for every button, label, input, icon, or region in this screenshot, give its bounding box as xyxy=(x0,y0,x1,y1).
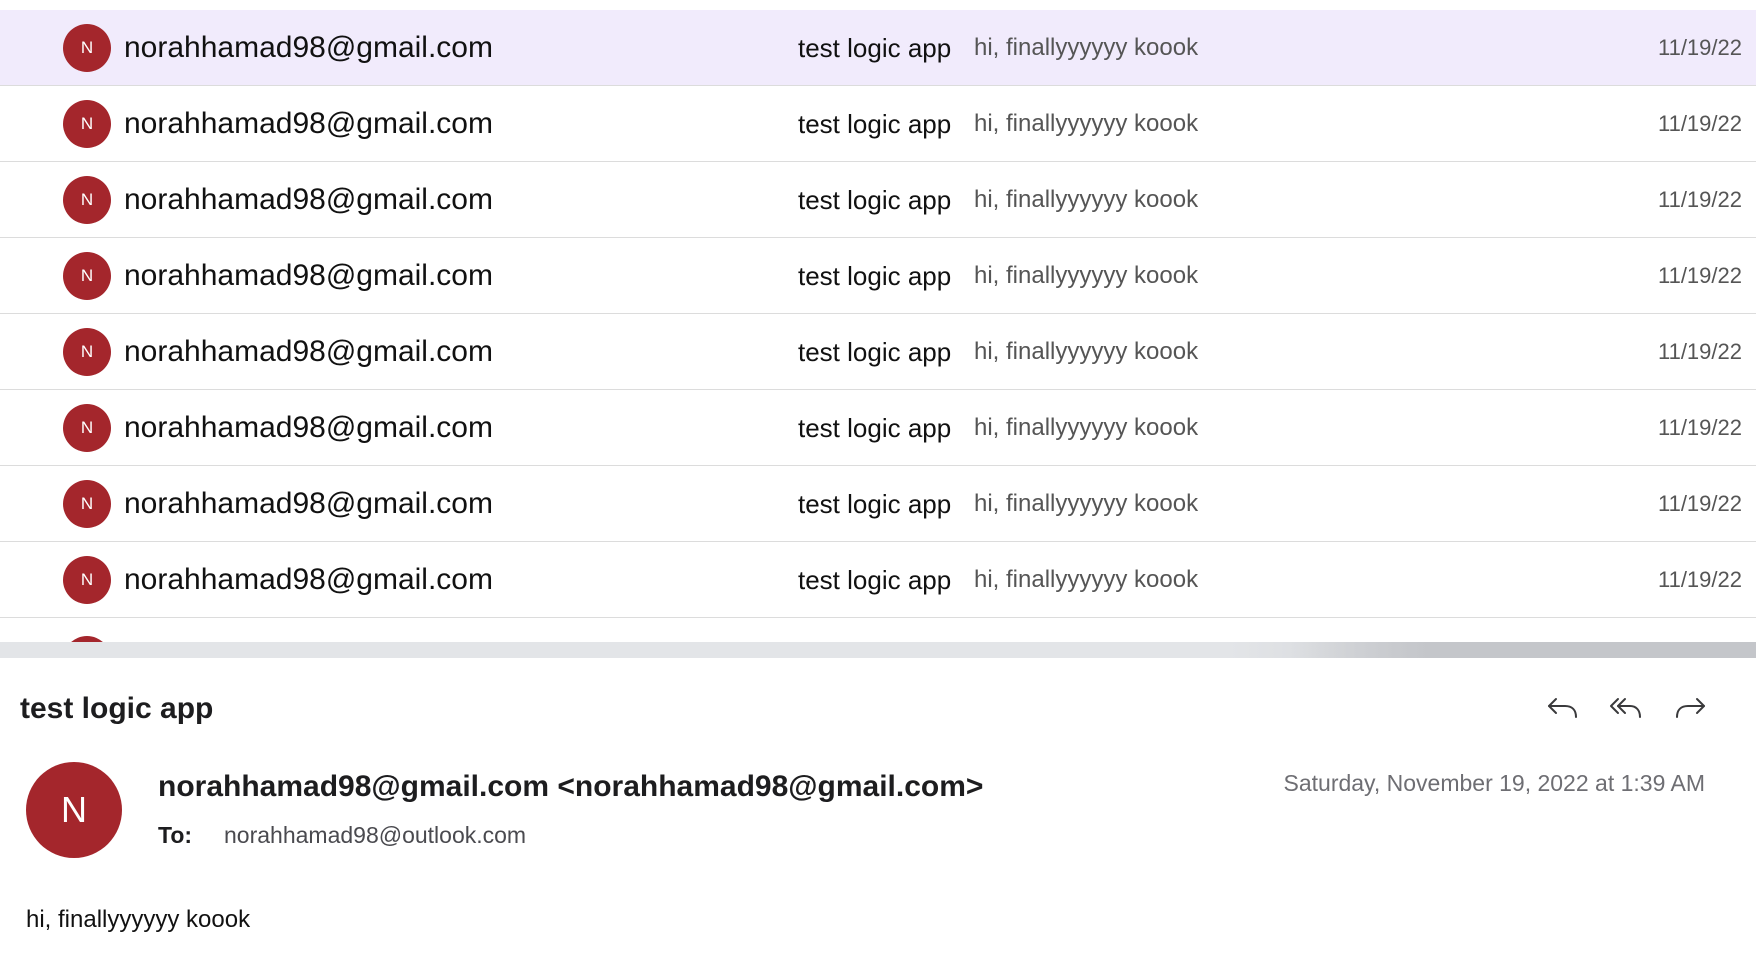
row-subject: test logic app xyxy=(798,33,952,63)
sender-avatar: N xyxy=(63,176,111,224)
row-subject: test logic app xyxy=(798,489,952,519)
pane-splitter[interactable] xyxy=(0,642,1756,658)
reply-all-button[interactable] xyxy=(1604,688,1648,728)
message-row[interactable]: Nnorahhamad98@gmail.com test logic app hi,… xyxy=(0,466,1756,542)
mail-app: Nnorahhamad98@gmail.com test logic app hi,… xyxy=(0,0,1756,974)
sender-avatar: N xyxy=(63,24,111,72)
sent-date: Saturday, November 19, 2022 at 1:39 AM xyxy=(1283,770,1706,796)
forward-icon xyxy=(1676,698,1705,718)
message-rows: Nnorahhamad98@gmail.com test logic app hi,… xyxy=(0,10,1756,618)
reply-icon xyxy=(1548,698,1577,718)
row-preview: hi, finallyyyyyy koook xyxy=(974,186,1199,213)
message-row[interactable]: Nnorahhamad98@gmail.com test logic app hi,… xyxy=(0,238,1756,314)
sender-avatar: N xyxy=(63,556,111,604)
row-date: 11/19/22 xyxy=(1657,187,1742,212)
message-subject: test logic app xyxy=(20,692,214,725)
row-subject: test logic app xyxy=(798,185,952,215)
sender-avatar: N xyxy=(63,404,111,452)
from-line: norahhamad98@gmail.com <norahhamad98@gma… xyxy=(158,770,984,803)
sender-address: norahhamad98@gmail.com xyxy=(124,259,493,292)
forward-button[interactable] xyxy=(1668,688,1712,728)
row-preview: hi, finallyyyyyy koook xyxy=(974,566,1199,593)
row-preview: hi, finallyyyyyy koook xyxy=(974,110,1199,137)
to-label: To: xyxy=(158,822,193,848)
row-date: 11/19/22 xyxy=(1657,339,1742,364)
list-top-spacer xyxy=(0,0,1756,10)
message-body: hi, finallyyyyyy koook xyxy=(26,906,251,933)
row-preview: hi, finallyyyyyy koook xyxy=(974,34,1199,61)
row-preview: hi, finallyyyyyy koook xyxy=(974,490,1199,517)
sender-address: norahhamad98@gmail.com xyxy=(124,487,493,520)
row-date: 11/19/22 xyxy=(1657,35,1742,60)
row-preview: hi, finallyyyyyy koook xyxy=(974,262,1199,289)
row-date: 11/19/22 xyxy=(1657,567,1742,592)
reply-all-icon xyxy=(1610,698,1641,718)
sender-address: norahhamad98@gmail.com xyxy=(124,411,493,444)
sender-address: norahhamad98@gmail.com xyxy=(124,183,493,216)
reading-pane: test logic app N norahhamad98@gmail.com … xyxy=(0,658,1756,974)
sender-avatar: N xyxy=(63,252,111,300)
sender-address: norahhamad98@gmail.com xyxy=(124,563,493,596)
row-subject: test logic app xyxy=(798,109,952,139)
message-row[interactable]: Nnorahhamad98@gmail.com test logic app hi,… xyxy=(0,390,1756,466)
row-subject: test logic app xyxy=(798,337,952,367)
row-date: 11/19/22 xyxy=(1657,415,1742,440)
message-row[interactable]: Nnorahhamad98@gmail.com test logic app hi,… xyxy=(0,10,1756,86)
message-row[interactable]: Nnorahhamad98@gmail.com test logic app hi,… xyxy=(0,314,1756,390)
sender-address: norahhamad98@gmail.com xyxy=(124,107,493,140)
row-date: 11/19/22 xyxy=(1657,111,1742,136)
row-date: 11/19/22 xyxy=(1657,491,1742,516)
reply-button[interactable] xyxy=(1541,688,1585,728)
message-row-partial[interactable] xyxy=(0,618,1756,642)
sender-address: norahhamad98@gmail.com xyxy=(124,335,493,368)
message-row[interactable]: Nnorahhamad98@gmail.com test logic app hi,… xyxy=(0,162,1756,238)
sender-avatar: N xyxy=(63,480,111,528)
row-subject: test logic app xyxy=(798,261,952,291)
sender-avatar-large: N xyxy=(26,762,122,858)
sender-address: norahhamad98@gmail.com xyxy=(124,31,493,64)
row-date: 11/19/22 xyxy=(1657,263,1742,288)
message-row[interactable]: Nnorahhamad98@gmail.com test logic app hi,… xyxy=(0,86,1756,162)
horizontal-scrollbar-thumb[interactable] xyxy=(1290,642,1756,658)
row-preview: hi, finallyyyyyy koook xyxy=(974,338,1199,365)
message-list: Nnorahhamad98@gmail.com test logic app hi,… xyxy=(0,0,1756,642)
row-subject: test logic app xyxy=(798,565,952,595)
to-address[interactable]: norahhamad98@outlook.com xyxy=(224,822,526,849)
row-preview: hi, finallyyyyyy koook xyxy=(974,414,1199,441)
sender-avatar: N xyxy=(63,100,111,148)
message-row[interactable]: Nnorahhamad98@gmail.com test logic app hi,… xyxy=(0,542,1756,618)
sender-avatar: N xyxy=(63,328,111,376)
row-subject: test logic app xyxy=(798,413,952,443)
